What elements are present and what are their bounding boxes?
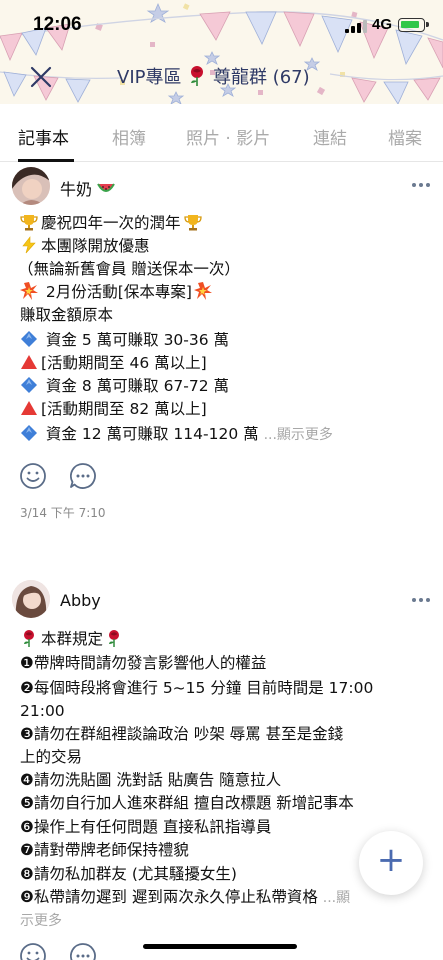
- show-more-link[interactable]: ...顯: [323, 890, 350, 906]
- rose-icon: [24, 630, 34, 647]
- post-line: 本團隊開放優惠: [20, 235, 150, 257]
- red-triangle-icon: [21, 401, 37, 415]
- close-icon[interactable]: [26, 62, 56, 92]
- post-line: 上的交易: [20, 748, 83, 766]
- post-line: （無論新舊會員 贈送保本一次）: [18, 260, 240, 278]
- tab-files[interactable]: 檔案: [388, 124, 422, 149]
- post-line: ❹請勿洗貼圖 洗對話 貼廣告 隨意拉人: [20, 771, 282, 789]
- collision-icon: [193, 282, 212, 300]
- post-line: 資金 5 萬可賺取 30-36 萬: [20, 329, 229, 351]
- title-suffix: 尊龍群 (67): [212, 67, 310, 88]
- network-label: 4G: [372, 16, 393, 33]
- post-line: ❻操作上有任何問題 直接私訊指導員: [20, 818, 272, 836]
- post-line: [活動期間至 46 萬以上]: [20, 352, 207, 374]
- post-line: ❸請勿在群組裡談論政治 吵架 辱罵 甚至是金錢: [20, 725, 344, 743]
- post-line: 21:00: [20, 702, 65, 720]
- rose-icon: [109, 630, 120, 647]
- post-line: 本群規定: [20, 628, 126, 650]
- show-more-link[interactable]: ...顯示更多: [264, 427, 333, 443]
- group-header: 12:06 4G VIP專區 尊龍群 (67): [0, 0, 443, 104]
- post-line: ❼請對帶牌老師保持禮貌: [20, 841, 189, 859]
- post-more-options[interactable]: [410, 181, 432, 189]
- blue-diamond-icon: [21, 425, 37, 441]
- tab-links[interactable]: 連結: [313, 124, 347, 149]
- add-note-button[interactable]: +: [359, 831, 423, 895]
- comment-icon[interactable]: [69, 942, 97, 960]
- post-timestamp: 3/14 下午 7:10: [20, 506, 106, 520]
- post-line: ❺請勿自行加人進來群組 擅自改標題 新增記事本: [20, 794, 354, 812]
- post-line: 資金 8 萬可賺取 67-72 萬: [20, 375, 229, 397]
- post-line: 資金 12 萬可賺取 114-120 萬 ...顯示更多: [20, 423, 333, 446]
- trophy-icon: [183, 215, 202, 231]
- comment-icon[interactable]: [69, 462, 97, 490]
- post-author[interactable]: Abby: [60, 591, 101, 610]
- title-prefix: VIP專區: [117, 67, 182, 88]
- emoji-reaction-icon[interactable]: [19, 462, 47, 490]
- post-line: ❶帶牌時間請勿發言影響他人的權益: [20, 654, 267, 672]
- post-line: 賺取金額原本: [20, 306, 114, 324]
- watermelon-icon: [97, 183, 115, 192]
- tab-bar: 記事本 相簿 照片 · 影片 連結 檔案: [0, 104, 443, 162]
- note-post: 牛奶 慶祝四年一次的潤年 本團隊開放優惠 （無論新舊會員 贈送保本一次） 2月份…: [0, 162, 443, 542]
- collision-icon: [20, 282, 38, 300]
- blue-diamond-icon: [21, 377, 37, 393]
- page-title: VIP專區 尊龍群 (67): [117, 63, 310, 89]
- post-more-options[interactable]: [410, 596, 432, 604]
- post-line: ❷每個時段將會進行 5~15 分鐘 目前時間是 17:00: [20, 679, 374, 697]
- tab-photos-videos[interactable]: 照片 · 影片: [186, 124, 270, 149]
- post-author[interactable]: 牛奶: [60, 176, 115, 200]
- post-line: ❽請勿私加群友 (尤其騷擾女生): [20, 865, 237, 883]
- avatar[interactable]: [12, 167, 50, 205]
- emoji-reaction-icon[interactable]: [19, 942, 47, 960]
- post-line: 慶祝四年一次的潤年: [20, 212, 205, 234]
- signal-icon: [345, 20, 367, 33]
- tab-albums[interactable]: 相簿: [112, 124, 146, 149]
- home-indicator: [143, 944, 297, 949]
- plus-icon: +: [376, 840, 406, 880]
- post-line: 2月份活動[保本專案]: [20, 281, 215, 303]
- battery-icon: [398, 18, 429, 32]
- tab-notes[interactable]: 記事本: [18, 124, 69, 149]
- status-bar: 12:06 4G: [0, 0, 443, 44]
- status-time: 12:06: [33, 14, 82, 35]
- post-line: 示更多: [20, 909, 62, 932]
- trophy-icon: [20, 215, 38, 231]
- lightning-icon: [22, 236, 36, 254]
- blue-diamond-icon: [21, 331, 37, 347]
- show-more-link[interactable]: 示更多: [20, 913, 62, 929]
- note-post: Abby 本群規定 ❶帶牌時間請勿發言影響他人的權益 ❷每個時段將會進行 5~1…: [0, 578, 443, 960]
- post-line: [活動期間至 82 萬以上]: [20, 398, 207, 420]
- rose-icon: [191, 66, 204, 86]
- post-line: ❾私帶請勿遲到 遲到兩次永久停止私帶資格 ...顯: [20, 888, 351, 906]
- red-triangle-icon: [21, 355, 37, 369]
- avatar[interactable]: [12, 580, 50, 618]
